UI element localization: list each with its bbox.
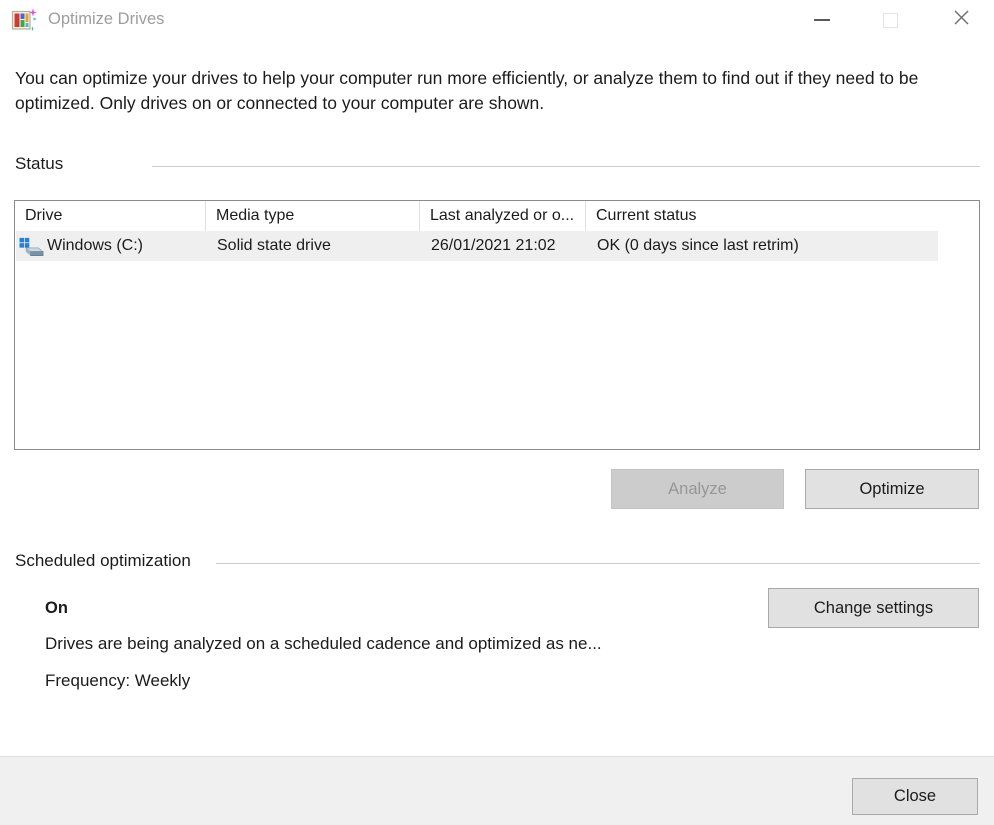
close-icon [953,9,970,31]
minimize-icon [814,19,830,21]
window-title: Optimize Drives [48,10,164,29]
drive-table-header: Drive Media type Last analyzed or o... C… [15,201,979,231]
column-header-drive[interactable]: Drive [15,201,206,231]
table-row-windows-c[interactable]: Windows (C:) Solid state drive 26/01/202… [16,231,938,261]
dialog-footer: Close [0,756,994,825]
change-settings-button[interactable]: Change settings [768,588,979,628]
close-window-button[interactable] [938,0,984,40]
column-header-last-analyzed[interactable]: Last analyzed or o... [420,201,586,231]
status-section-rule [152,166,980,167]
drive-table: Drive Media type Last analyzed or o... C… [14,200,980,450]
scheduled-optimization-label: Scheduled optimization [15,551,191,571]
scheduled-optimization-rule [216,563,980,564]
windows-system-drive-icon [19,235,44,258]
cell-drive-name: Windows (C:) [47,237,143,255]
status-section-label: Status [15,154,63,174]
schedule-frequency: Frequency: Weekly [45,671,190,691]
cell-last-analyzed: 26/01/2021 21:02 [421,237,587,255]
optimize-button[interactable]: Optimize [805,469,979,509]
schedule-description: Drives are being analyzed on a scheduled… [45,634,602,654]
cell-current-status: OK (0 days since last retrim) [587,237,938,255]
cell-media-type: Solid state drive [207,237,421,255]
maximize-icon [883,13,898,28]
title-bar: Optimize Drives [0,0,994,40]
dialog-description: You can optimize your drives to help you… [15,66,927,116]
maximize-button[interactable] [867,0,913,40]
analyze-button[interactable]: Analyze [611,469,784,509]
defrag-icon [11,7,38,34]
close-button[interactable]: Close [852,778,978,815]
schedule-state: On [45,599,68,618]
column-header-media-type[interactable]: Media type [206,201,420,231]
minimize-button[interactable] [799,0,845,40]
column-header-current-status[interactable]: Current status [586,201,979,231]
